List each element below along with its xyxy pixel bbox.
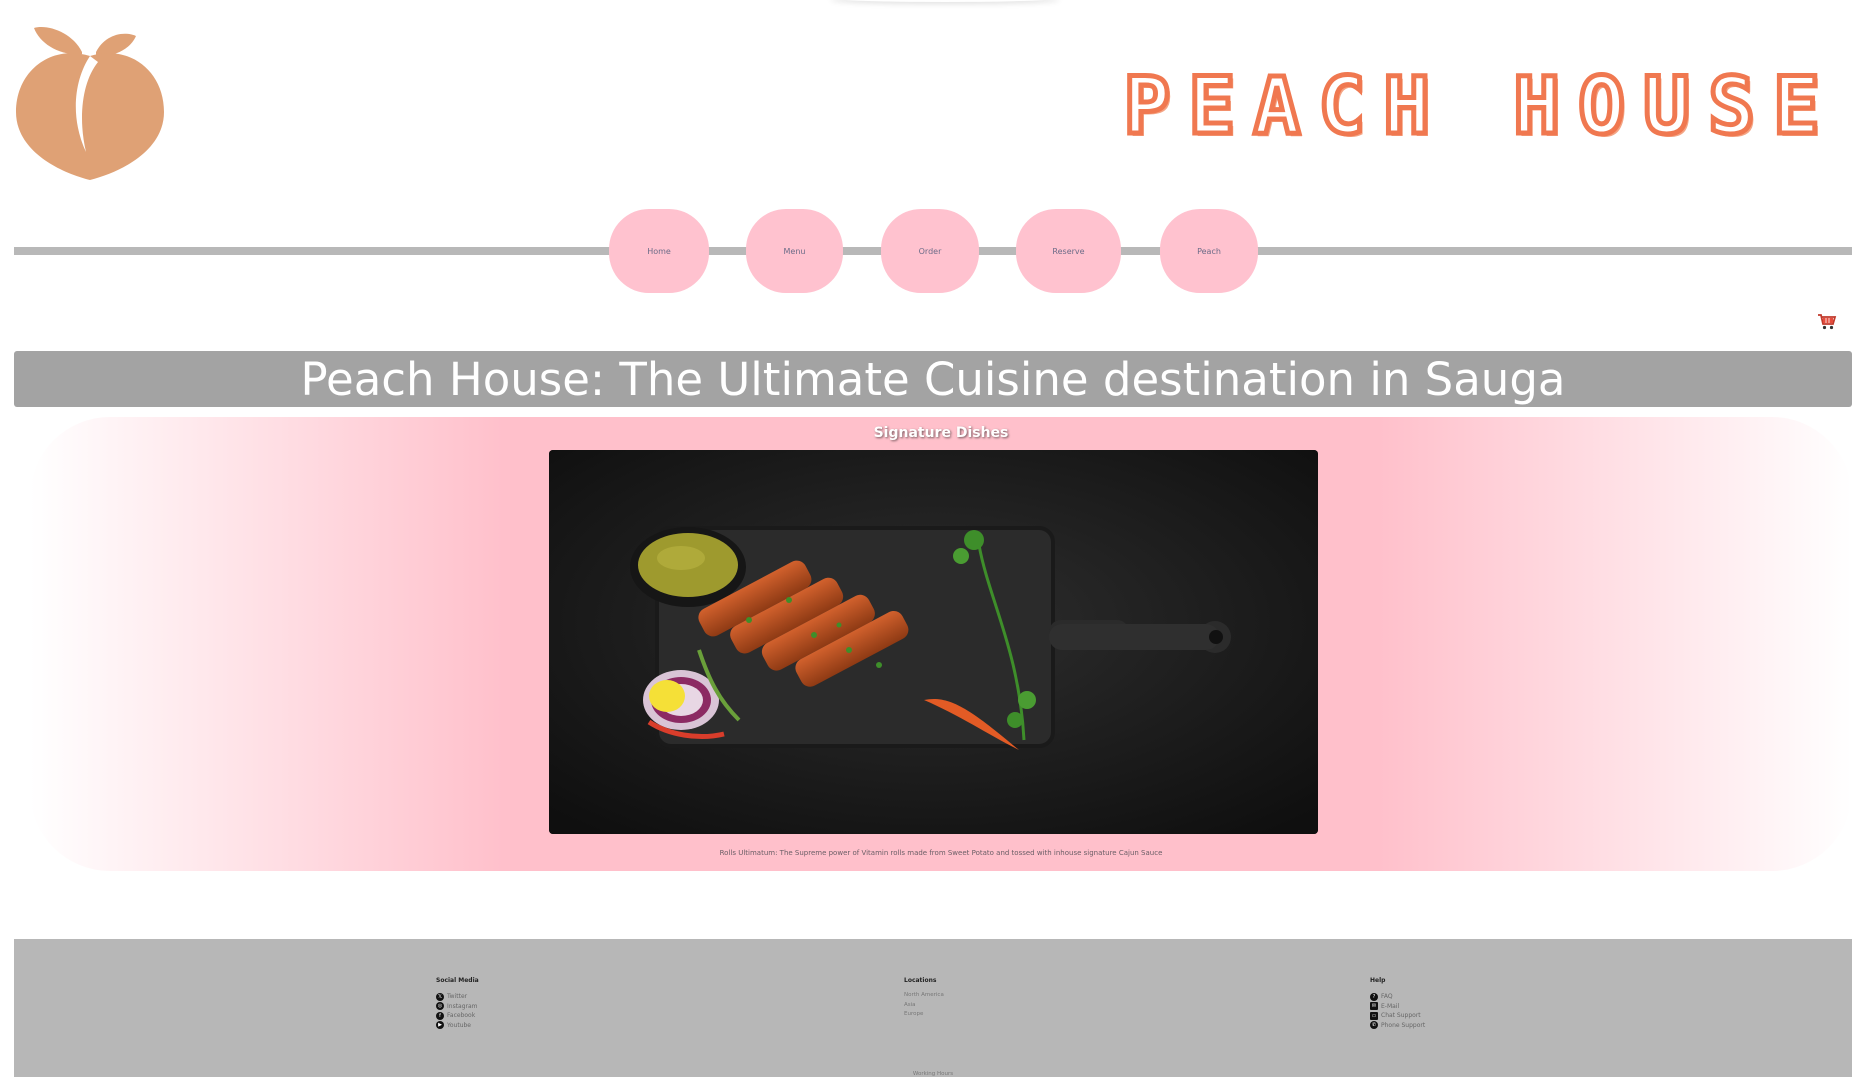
brand-title: PEACH HOUSE	[1121, 60, 1838, 155]
facebook-icon: f	[436, 1011, 444, 1020]
nav-home-button[interactable]: Home	[609, 209, 709, 293]
location-item: North America	[904, 992, 944, 998]
footer-link-instagram[interactable]: ◎ Instagram	[436, 1002, 479, 1012]
nav-order-button[interactable]: Order	[881, 209, 979, 293]
footer-link-label: Chat Support	[1381, 1012, 1421, 1020]
hero-title-bar: Peach House: The Ultimate Cuisine destin…	[14, 351, 1852, 407]
footer-link-facebook[interactable]: f Facebook	[436, 1011, 479, 1021]
peach-logo-icon[interactable]	[12, 22, 168, 182]
footer-help-column: Help ? FAQ ✉ E-Mail ▭ Chat Support ✆ Pho…	[1370, 977, 1425, 1030]
footer-link-label: Youtube	[447, 1021, 471, 1029]
footer-social-column: Social Media 𝕏 Twitter ◎ Instagram f Fac…	[436, 977, 479, 1030]
footer: Social Media 𝕏 Twitter ◎ Instagram f Fac…	[14, 939, 1852, 1077]
footer-help-heading: Help	[1370, 977, 1386, 984]
nav-reserve-button[interactable]: Reserve	[1016, 209, 1121, 293]
signature-dishes-panel: Signature Dishes Rolls Ultimatum: The Su…	[30, 417, 1852, 871]
footer-link-label: Facebook	[447, 1012, 476, 1020]
mail-icon: ✉	[1370, 1002, 1378, 1011]
nav-menu-button[interactable]: Menu	[746, 209, 843, 293]
footer-link-faq[interactable]: ? FAQ	[1370, 992, 1425, 1002]
dish-caption: Rolls Ultimatum: The Supreme power of Vi…	[719, 849, 1163, 857]
phone-icon: ✆	[1370, 1021, 1378, 1030]
footer-link-twitter[interactable]: 𝕏 Twitter	[436, 992, 479, 1002]
chat-icon: ▭	[1370, 1011, 1378, 1020]
page: PEACH HOUSE Home Menu Order Reserve Peac…	[0, 0, 1856, 1077]
footer-link-youtube[interactable]: ▶ Youtube	[436, 1021, 479, 1031]
youtube-icon: ▶	[436, 1021, 444, 1030]
question-icon: ?	[1370, 992, 1378, 1001]
location-item: Europe	[904, 1011, 924, 1017]
signature-dishes-heading: Signature Dishes	[873, 425, 1009, 441]
footer-link-label: Twitter	[447, 993, 468, 1001]
twitter-icon: 𝕏	[436, 992, 444, 1001]
footer-social-heading: Social Media	[436, 977, 479, 984]
footer-link-label: FAQ	[1381, 993, 1393, 1001]
location-item: Asia	[904, 1001, 916, 1008]
footer-link-phone[interactable]: ✆ Phone Support	[1370, 1021, 1425, 1031]
footer-link-label: Phone Support	[1381, 1021, 1426, 1029]
footer-locations-heading: Locations	[904, 977, 937, 984]
dish-image	[549, 450, 1318, 834]
footer-link-label: E-Mail	[1381, 1002, 1400, 1010]
footer-locations-column: Locations North America Asia Europe	[904, 977, 944, 1021]
footer-link-email[interactable]: ✉ E-Mail	[1370, 1002, 1425, 1012]
shopping-cart-icon[interactable]	[1817, 312, 1837, 332]
footer-link-chat[interactable]: ▭ Chat Support	[1370, 1011, 1425, 1021]
working-hours-heading: Working Hours	[912, 1071, 954, 1077]
footer-link-label: Instagram	[447, 1002, 478, 1010]
nav-peach-button[interactable]: Peach	[1160, 209, 1258, 293]
instagram-icon: ◎	[436, 1002, 444, 1011]
hero-title: Peach House: The Ultimate Cuisine destin…	[300, 352, 1566, 406]
top-shadow-decoration	[830, 0, 1060, 2]
